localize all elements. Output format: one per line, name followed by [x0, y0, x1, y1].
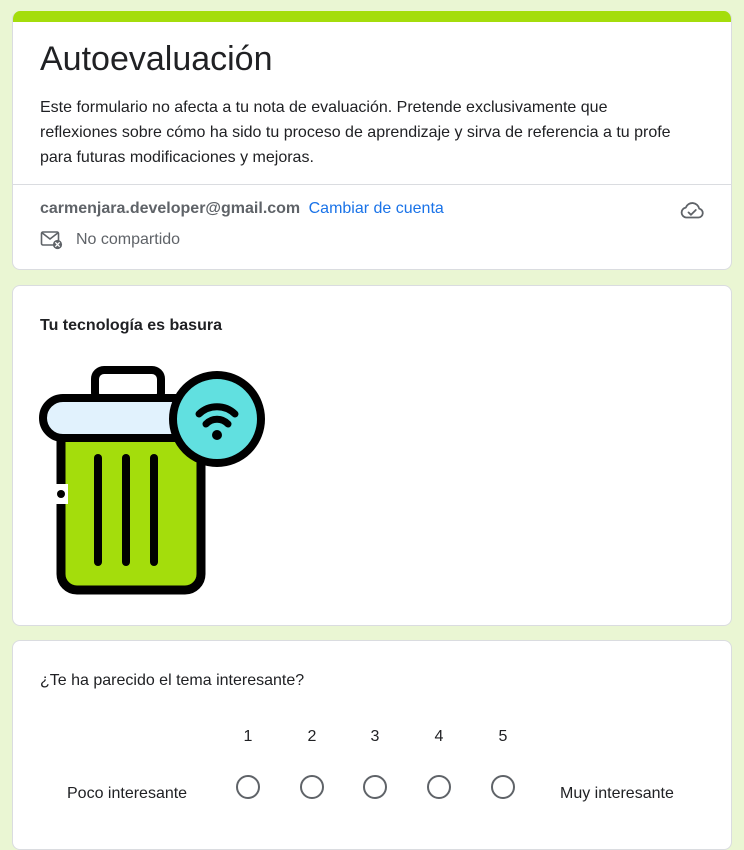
image-item-title: Tu tecnología es basura [40, 317, 222, 334]
sharing-status-text: No compartido [76, 231, 181, 248]
image-item-card: Tu tecnología es basura [12, 285, 732, 626]
scale-radio-3[interactable] [363, 775, 387, 799]
form-description-line: reflexiones sobre cómo ha sido tu proces… [40, 124, 671, 141]
sharing-status-row: No compartido [40, 229, 180, 251]
mail-off-icon [40, 231, 63, 250]
scale-radio-2[interactable] [300, 775, 324, 799]
account-row: carmenjara.developer@gmail.com Cambiar d… [40, 199, 444, 219]
scale-low-label: Poco interesante [67, 785, 188, 802]
account-email: carmenjara.developer@gmail.com [40, 200, 301, 217]
scale-number-4: 4 [434, 728, 444, 745]
scale-radio-4[interactable] [427, 775, 451, 799]
scale-number-5: 5 [498, 728, 508, 745]
question-title: ¿Te ha parecido el tema interesante? [40, 672, 305, 689]
scale-radio-1[interactable] [236, 775, 260, 799]
scale-radio-5[interactable] [491, 775, 515, 799]
question-card: ¿Te ha parecido el tema interesante? 1 2… [12, 640, 732, 850]
cloud-check-icon [680, 202, 704, 219]
header-accent-bar [13, 11, 731, 22]
header-divider [13, 184, 731, 185]
scale-high-label: Muy interesante [560, 785, 674, 802]
form-description: Este formulario no afecta a tu nota de e… [40, 95, 700, 170]
scale-number-3: 3 [370, 728, 380, 745]
form-title: Autoevaluación [40, 40, 273, 78]
form-description-line: para futuras modificaciones y mejoras. [40, 149, 314, 166]
scale-number-1: 1 [243, 728, 253, 745]
switch-account-link[interactable]: Cambiar de cuenta [309, 200, 444, 217]
form-description-line: Este formulario no afecta a tu nota de e… [40, 99, 608, 116]
scale-number-2: 2 [307, 728, 317, 745]
form-header-card: Autoevaluación Este formulario no afecta… [12, 11, 732, 270]
wifi-trash-can-icon [39, 366, 265, 595]
